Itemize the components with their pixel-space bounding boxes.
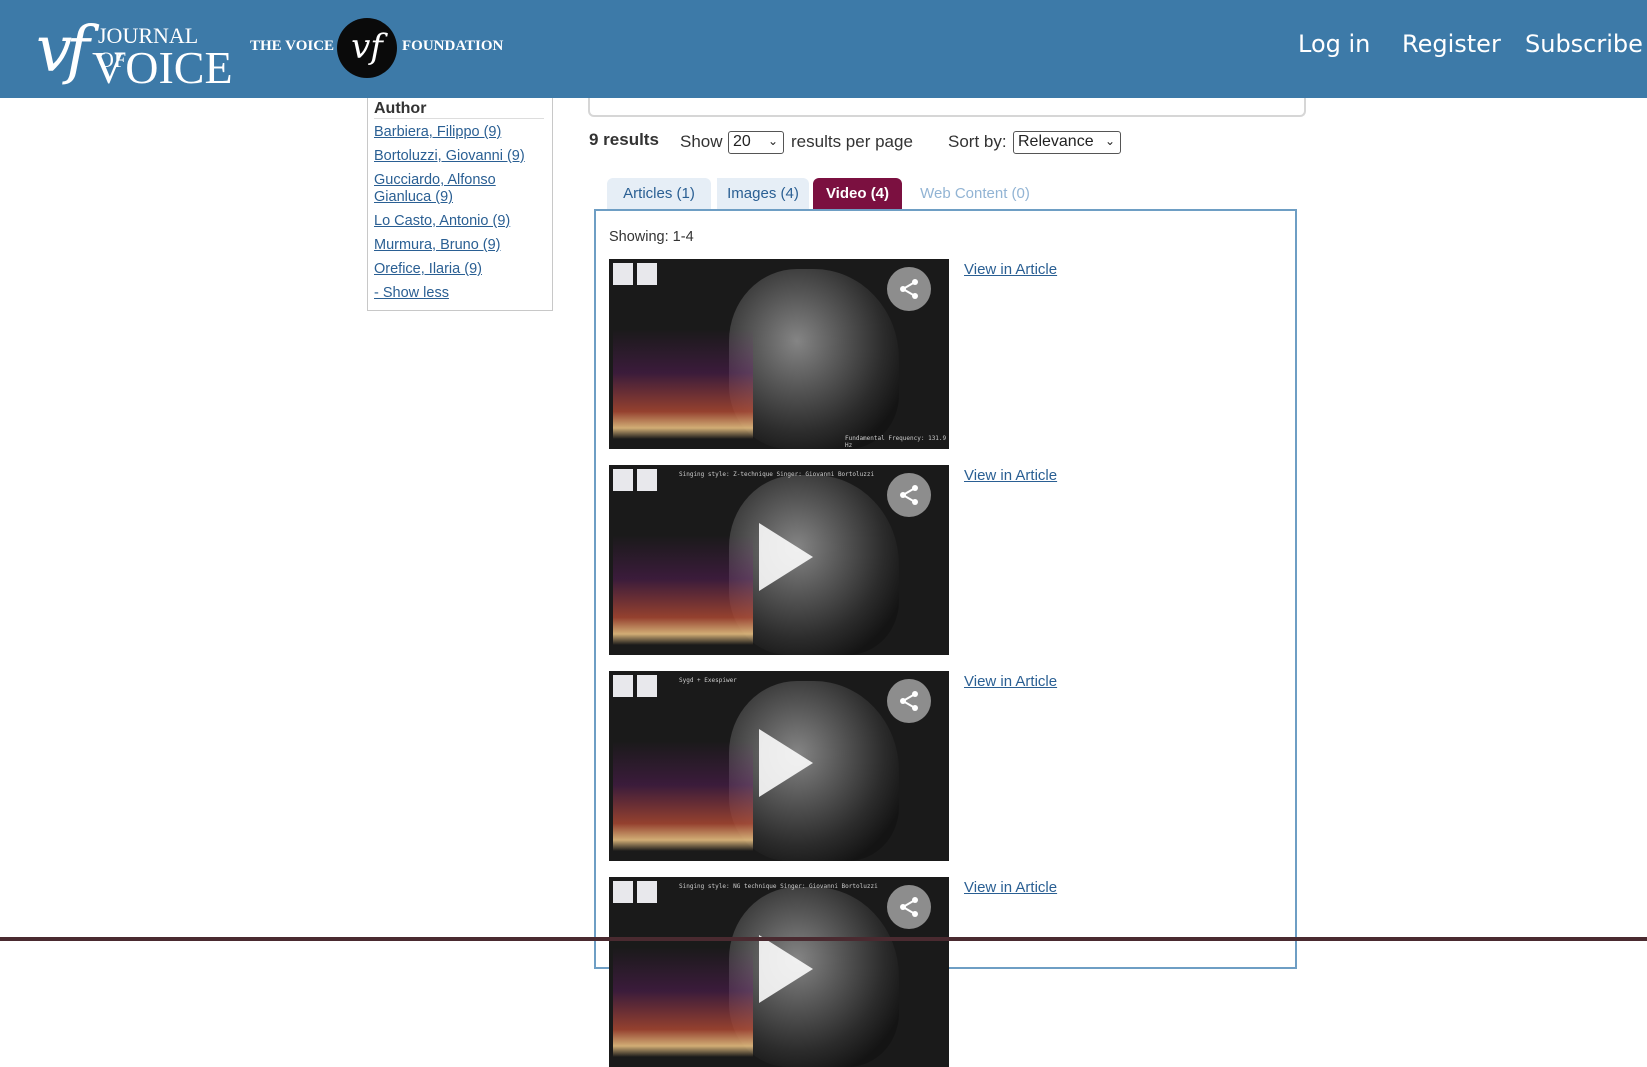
foundation-logo-left-text: THE VOICE [250,38,335,54]
site-header: vf JOURNAL OF VOICE THE VOICE vf FOUNDAT… [0,0,1647,98]
institution-logos [613,469,657,491]
thumbnail-caption: Sygd + Exespiwer [679,677,737,684]
subscribe-link[interactable]: Subscribe [1525,30,1643,58]
tab-images[interactable]: Images (4) [711,178,809,210]
sort-label: Sort by: [948,132,1007,151]
author-facet-title: Author [374,100,427,117]
view-in-article-link[interactable]: View in Article [964,261,1057,278]
spectrogram-image [613,329,753,439]
tab-video[interactable]: Video (4) [813,178,902,210]
mri-image [729,681,899,861]
view-in-article-link[interactable]: View in Article [964,879,1057,896]
author-filter-link[interactable]: Barbiera, Filippo (9) [374,124,501,140]
share-icon[interactable] [887,267,931,311]
chevron-down-icon: ⌄ [1104,134,1115,148]
thumbnail-caption: Fundamental Frequency: 131.9 Hz [845,435,947,449]
page-bottom-divider [0,937,1647,941]
foundation-logo-right-text: FOUNDATION [402,38,504,54]
list-item: Orefice, Ilaria (9) [374,261,546,278]
list-item: Barbiera, Filippo (9) [374,124,546,141]
author-filter-link[interactable]: Gucciardo, Alfonso Gianluca (9) [374,172,496,205]
search-box-bottom [588,95,1306,117]
author-facet-list: Barbiera, Filippo (9) Bortoluzzi, Giovan… [374,124,546,309]
foundation-logo-mark[interactable]: vf [337,18,397,78]
tab-web-content[interactable]: Web Content (0) [908,178,1042,210]
list-item: Murmura, Bruno (9) [374,237,546,254]
mri-image [729,269,899,449]
show-label: Show [680,132,723,151]
spectrogram-image [613,741,753,851]
author-filter-link[interactable]: Murmura, Bruno (9) [374,237,501,253]
spectrogram-image [613,947,753,1057]
list-item: Lo Casto, Antonio (9) [374,213,546,230]
list-item: - Show less [374,285,546,302]
mri-image [729,475,899,655]
share-icon[interactable] [887,473,931,517]
mri-image [729,887,899,1067]
video-thumbnail[interactable]: Fundamental Frequency: 131.9 Hz [609,259,949,449]
per-page-select[interactable]: 20 ⌄ [728,131,784,154]
author-filter-link[interactable]: Lo Casto, Antonio (9) [374,213,510,229]
share-icon[interactable] [887,679,931,723]
video-results-panel: Showing: 1-4 Fundamental Frequency: 131.… [594,209,1297,1067]
showing-range: Showing: 1-4 [609,229,694,245]
login-link[interactable]: Log in [1298,30,1370,58]
per-page-value: 20 [733,133,751,150]
institution-logos [613,881,657,903]
video-result: Singing style: Z-technique Singer: Giova… [609,465,1057,655]
journal-of-voice-logo[interactable]: vf JOURNAL OF VOICE [36,13,233,92]
sort-select[interactable]: Relevance ⌄ [1013,131,1121,154]
facet-divider [374,118,544,119]
tab-articles[interactable]: Articles (1) [607,178,711,210]
view-in-article-link[interactable]: View in Article [964,673,1057,690]
list-item: Gucciardo, Alfonso Gianluca (9) [374,172,546,206]
author-facet: Author Barbiera, Filippo (9) Bortoluzzi,… [367,82,553,311]
institution-logos [613,263,657,285]
list-item: Bortoluzzi, Giovanni (9) [374,148,546,165]
thumbnail-caption: Singing style: Z-technique Singer: Giova… [679,471,875,478]
results-count: 9 results [589,130,659,149]
sort-value: Relevance [1018,133,1094,150]
spectrogram-image [613,535,753,645]
play-icon[interactable] [759,523,813,591]
view-in-article-link[interactable]: View in Article [964,467,1057,484]
video-result: Sygd + Exespiwer View in Article [609,671,1057,861]
video-thumbnail[interactable]: Singing style: Z-technique Singer: Giova… [609,465,949,655]
chevron-down-icon: ⌄ [767,134,778,148]
author-filter-link[interactable]: Bortoluzzi, Giovanni (9) [374,148,525,164]
video-thumbnail[interactable]: Singing style: NG technique Singer: Giov… [609,877,949,1067]
play-icon[interactable] [759,729,813,797]
logo-vf-mark: vf [36,13,90,87]
video-result: Singing style: NG technique Singer: Giov… [609,877,1057,1067]
author-filter-link[interactable]: Orefice, Ilaria (9) [374,261,482,277]
show-less-link[interactable]: - Show less [374,285,449,301]
register-link[interactable]: Register [1402,30,1501,58]
share-icon[interactable] [887,885,931,929]
thumbnail-caption: Singing style: NG technique Singer: Giov… [679,883,878,890]
logo-voice: VOICE [92,42,233,93]
video-result: Fundamental Frequency: 131.9 Hz View in … [609,259,1057,449]
video-thumbnail[interactable]: Sygd + Exespiwer [609,671,949,861]
institution-logos [613,675,657,697]
play-icon[interactable] [759,935,813,1003]
per-page-label: results per page [791,132,913,151]
